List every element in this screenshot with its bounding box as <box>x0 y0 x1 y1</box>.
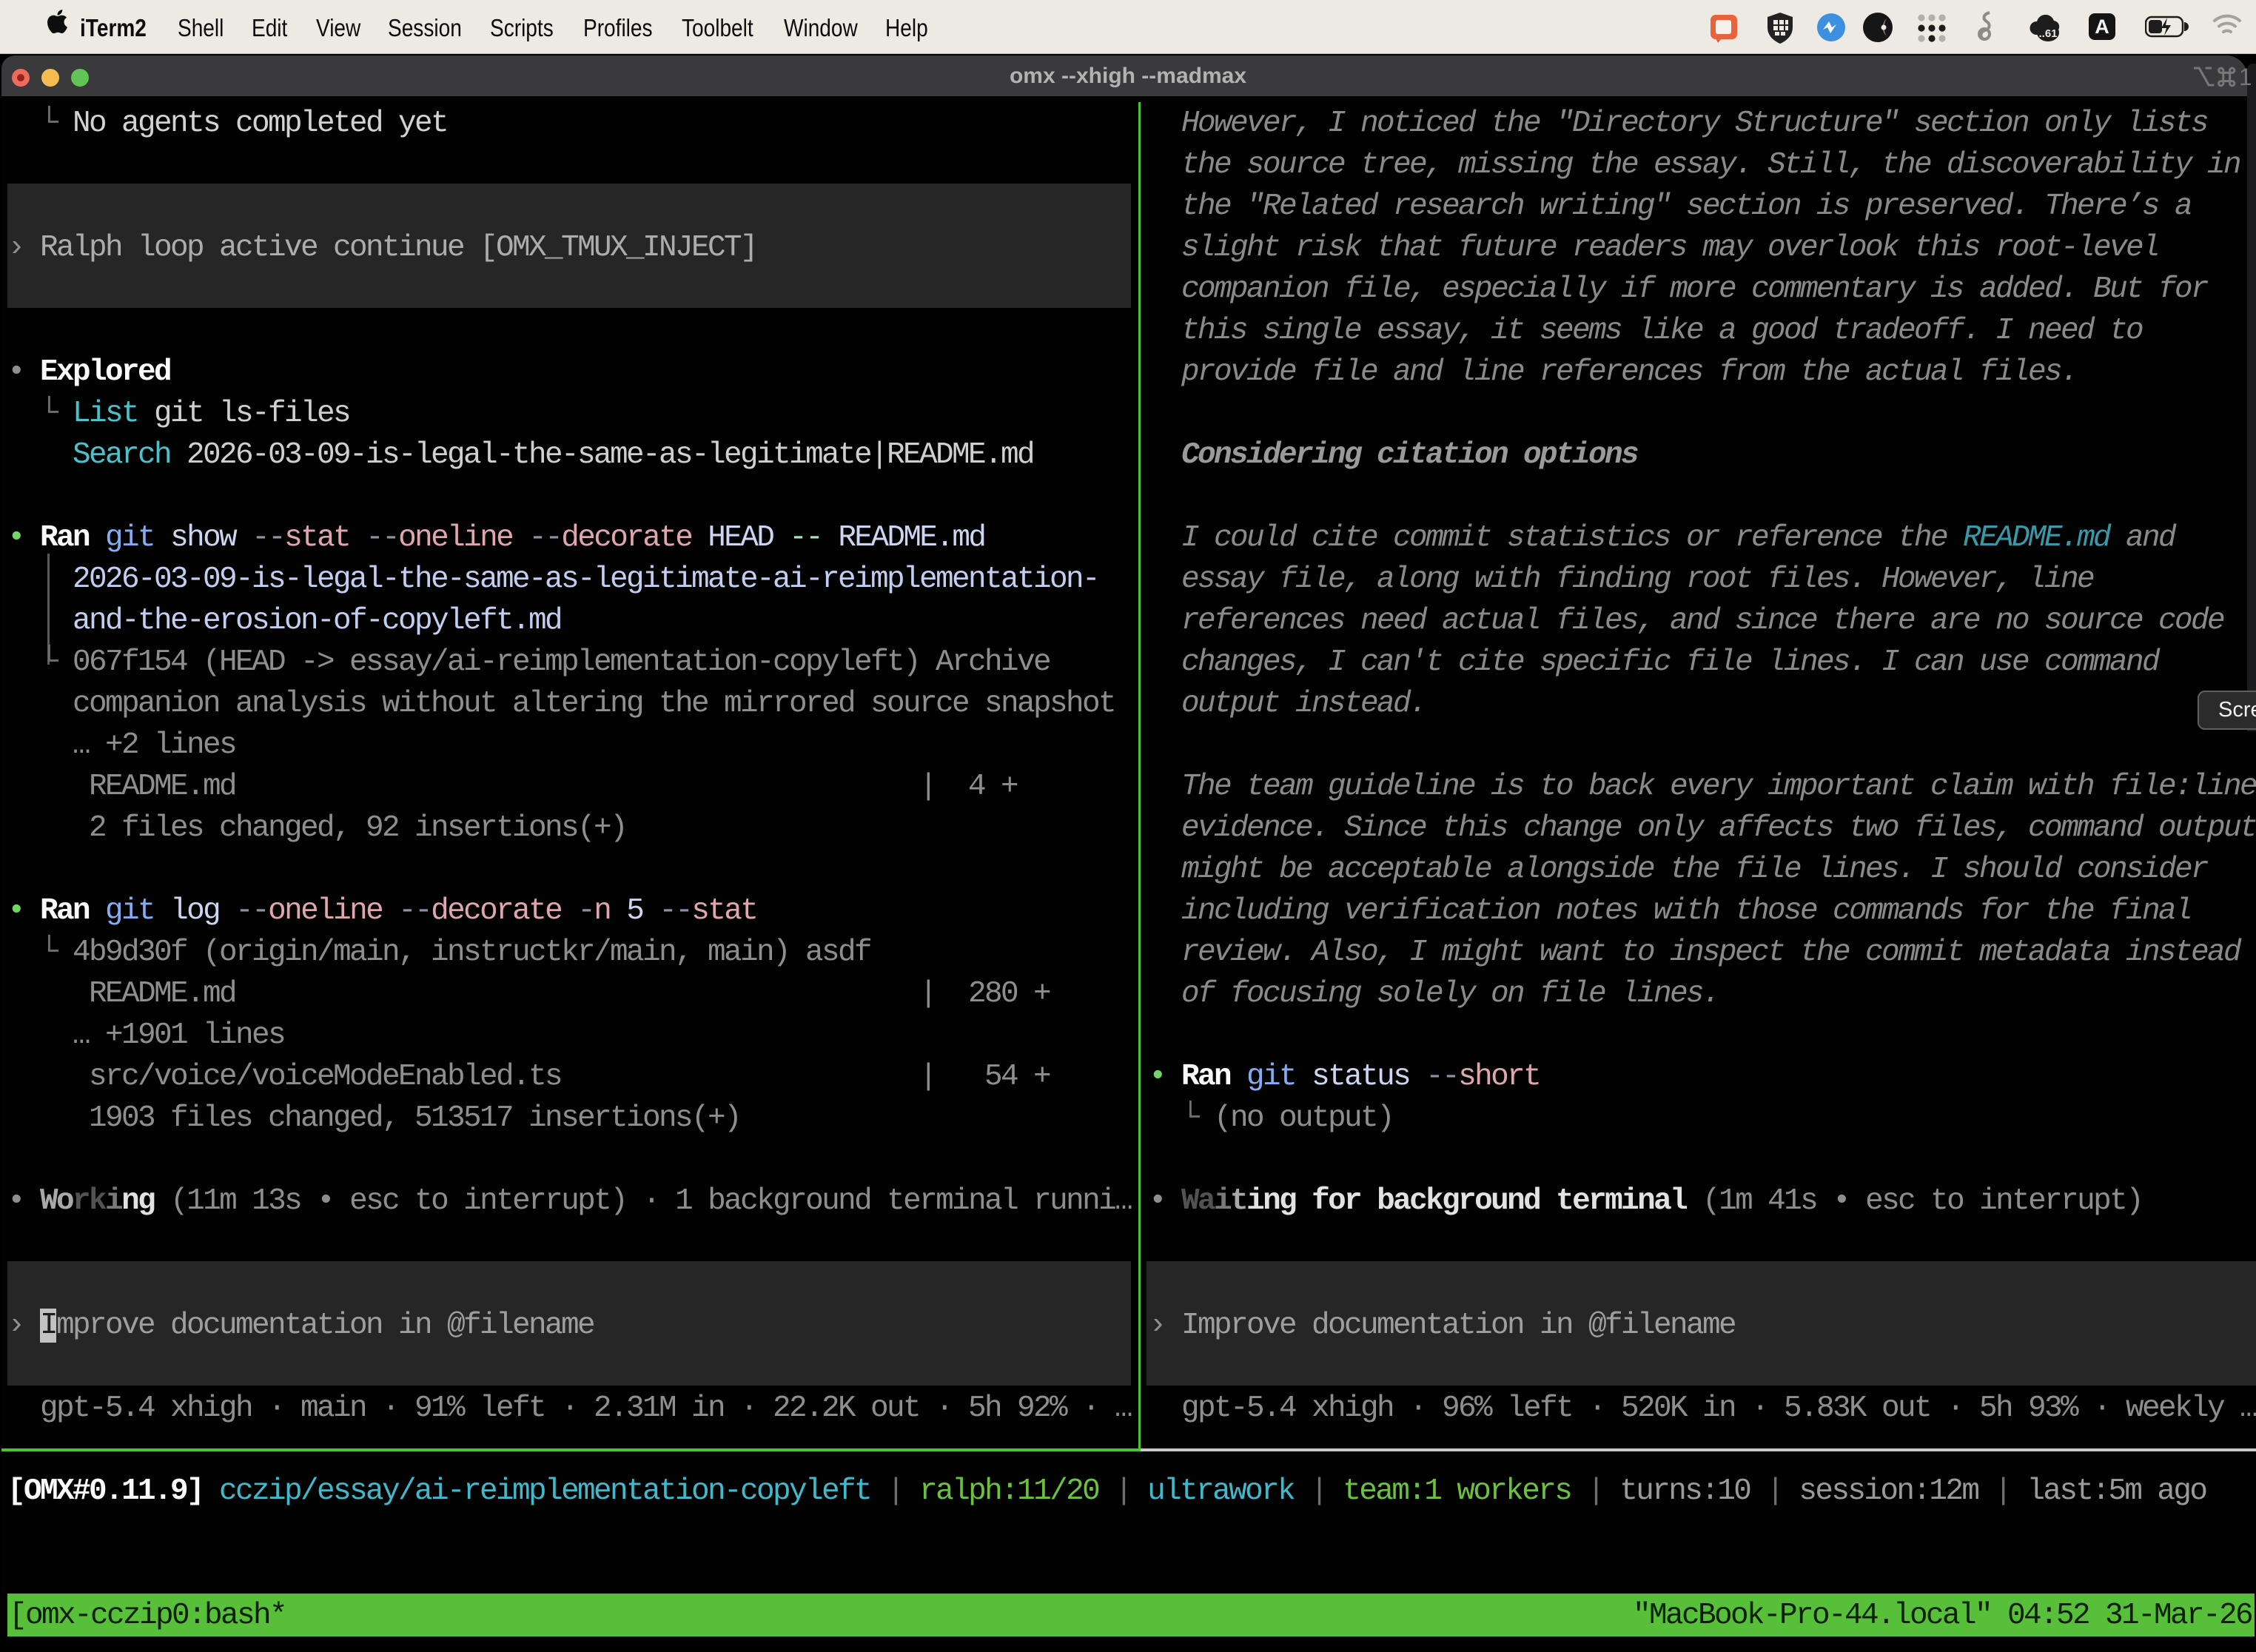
svg-text:..61: ..61 <box>2038 27 2057 40</box>
svg-text:1: 1 <box>2239 64 2251 90</box>
